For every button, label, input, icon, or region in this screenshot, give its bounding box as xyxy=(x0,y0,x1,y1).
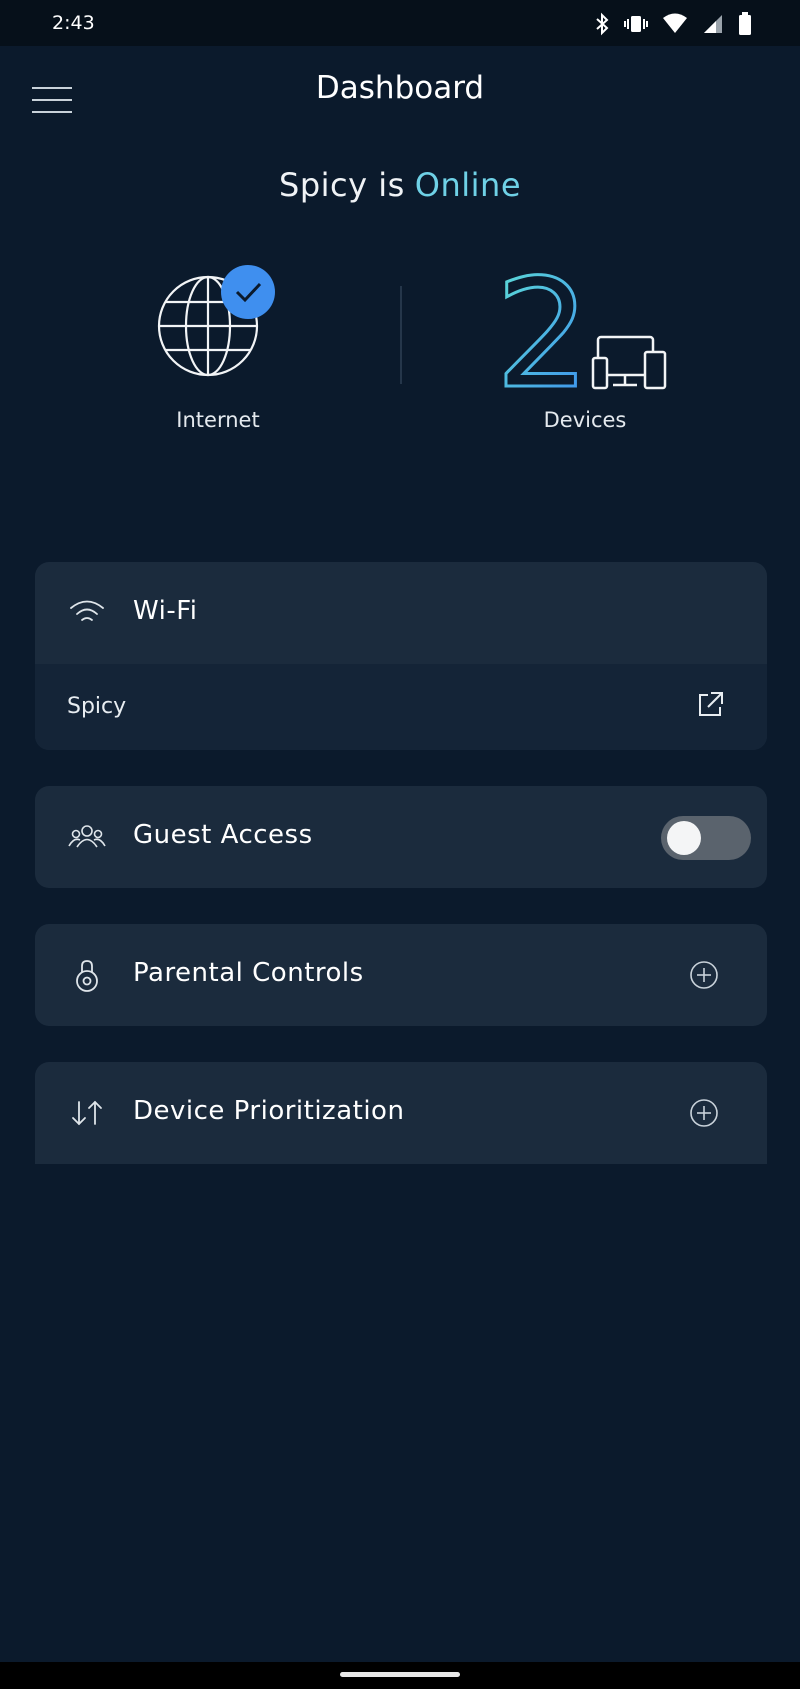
wifi-network-item[interactable]: Spicy xyxy=(35,664,767,750)
device-prioritization-card: Device Prioritization xyxy=(35,1062,767,1164)
guest-access-toggle[interactable] xyxy=(661,816,751,860)
devices-count: 2 xyxy=(495,260,590,390)
system-nav-bar xyxy=(0,1662,800,1689)
wifi-card: Wi-Fi Spicy xyxy=(35,562,767,750)
people-icon xyxy=(68,825,106,848)
network-status-state: Online xyxy=(414,166,521,204)
devices-status[interactable]: 2 Devices xyxy=(495,250,675,440)
up-down-arrows-icon xyxy=(72,1100,102,1126)
network-status-prefix: Spicy is xyxy=(279,166,405,204)
devices-label: Devices xyxy=(543,408,627,432)
page-title: Dashboard xyxy=(315,70,485,106)
guest-access-label: Guest Access xyxy=(133,820,313,850)
internet-label: Internet xyxy=(176,408,260,432)
cell-signal-icon xyxy=(702,13,724,35)
guest-access-row[interactable]: Guest Access xyxy=(35,786,767,888)
wifi-network-name: Spicy xyxy=(67,694,127,719)
internet-status[interactable]: Internet xyxy=(150,250,286,440)
parental-controls-label: Parental Controls xyxy=(133,958,364,988)
battery-icon xyxy=(738,12,752,36)
network-status: Spicy is Online xyxy=(0,166,800,204)
wifi-row[interactable]: Wi-Fi xyxy=(35,562,767,664)
summary-divider xyxy=(400,286,402,384)
device-prioritization-label: Device Prioritization xyxy=(133,1096,405,1126)
globe-check-icon xyxy=(157,265,275,377)
plus-circle-icon[interactable] xyxy=(689,1098,719,1128)
status-icons xyxy=(594,10,752,38)
status-bar: 2:43 xyxy=(0,0,800,46)
bluetooth-icon xyxy=(594,12,610,36)
network-summary: Internet 2 Devices xyxy=(0,250,800,450)
wifi-icon xyxy=(70,600,104,621)
home-gesture-handle[interactable] xyxy=(340,1672,460,1677)
external-link-icon[interactable] xyxy=(695,690,725,720)
vibrate-icon xyxy=(624,13,648,35)
guest-access-card: Guest Access xyxy=(35,786,767,888)
plus-circle-icon[interactable] xyxy=(689,960,719,990)
status-time: 2:43 xyxy=(52,12,95,34)
device-prioritization-row[interactable]: Device Prioritization xyxy=(35,1062,767,1164)
parental-controls-card: Parental Controls xyxy=(35,924,767,1026)
wifi-label: Wi-Fi xyxy=(133,596,198,626)
parental-controls-row[interactable]: Parental Controls xyxy=(35,924,767,1026)
lock-icon xyxy=(76,960,98,992)
devices-icon: 2 xyxy=(495,260,667,390)
toggle-knob xyxy=(667,821,701,855)
wifi-signal-icon xyxy=(662,13,688,35)
app-header: Dashboard xyxy=(0,46,800,146)
